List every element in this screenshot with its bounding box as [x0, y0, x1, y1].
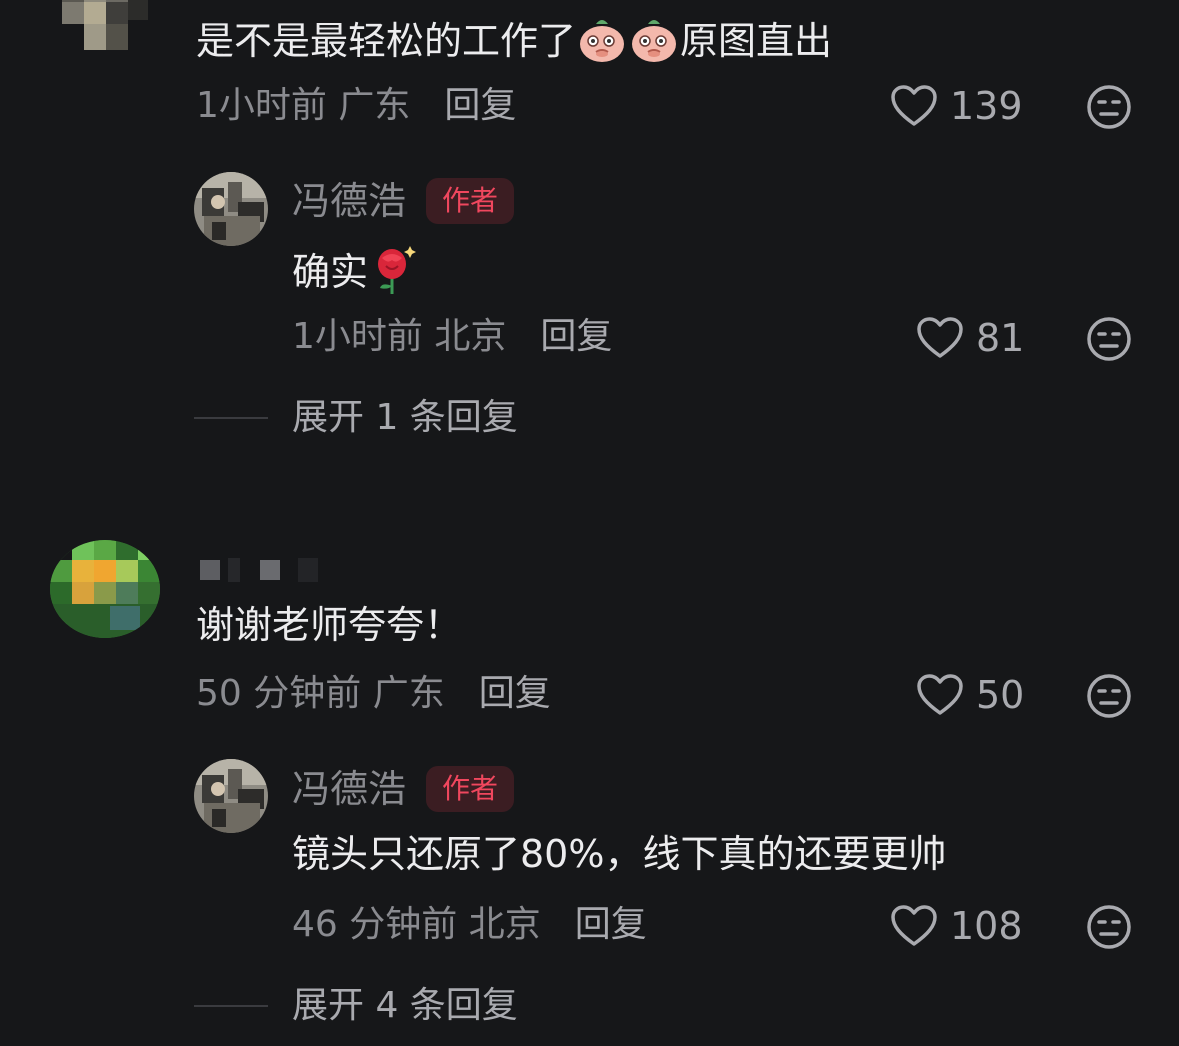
- reply-meta: 46 分钟前 北京 回复: [292, 904, 647, 946]
- unamused-face-icon: [1087, 905, 1131, 949]
- heart-outline-icon: [917, 674, 963, 715]
- comment-meta: 1小时前 广东 回复: [196, 85, 516, 127]
- reply-button[interactable]: 回复: [540, 316, 612, 358]
- reply-text: 镜头只还原了80%，线下真的还要更帅: [292, 832, 947, 876]
- comment-text-part1: 是不是最轻松的工作了: [196, 19, 577, 63]
- reply-text-content: 确实: [292, 250, 369, 294]
- expand-replies-label: 展开 1 条回复: [292, 397, 518, 438]
- peach-face-emoji-icon: [576, 14, 628, 73]
- comment-thread: 是不是最轻松的工作了 原图直出 1小时前 广东 回复 139 冯德浩 作者 确实…: [0, 0, 1179, 1046]
- dislike-button[interactable]: [1086, 904, 1132, 950]
- author-avatar[interactable]: [194, 172, 268, 246]
- rose-emoji-icon: [368, 244, 418, 305]
- like-count: 50: [976, 673, 1025, 717]
- comment-text: 谢谢老师夸夸！: [196, 603, 463, 647]
- heart-outline-icon: [891, 905, 937, 946]
- peach-face-emoji-icon: [628, 14, 680, 73]
- expand-replies-button[interactable]: 展开 1 条回复: [194, 397, 518, 439]
- like-count: 108: [950, 904, 1023, 948]
- comment-text-part2: 原图直出: [680, 19, 833, 63]
- commenter-name-blurred[interactable]: [198, 558, 338, 584]
- author-header: 冯德浩 作者: [292, 178, 515, 224]
- author-name[interactable]: 冯德浩: [292, 767, 406, 811]
- unamused-face-icon: [1087, 317, 1131, 361]
- divider-line: [194, 1005, 268, 1007]
- reply-text: 确实: [292, 244, 418, 305]
- heart-outline-icon: [917, 317, 963, 358]
- dislike-button[interactable]: [1086, 316, 1132, 362]
- reply-button[interactable]: 回复: [444, 85, 516, 127]
- like-button[interactable]: 81: [916, 316, 1024, 360]
- author-name[interactable]: 冯德浩: [292, 179, 406, 223]
- like-button[interactable]: 139: [890, 84, 1023, 128]
- dislike-button[interactable]: [1086, 673, 1132, 719]
- author-avatar[interactable]: [194, 759, 268, 833]
- like-count: 81: [976, 316, 1025, 360]
- like-button[interactable]: 108: [890, 904, 1023, 948]
- time-location: 50 分钟前 广东: [196, 673, 445, 714]
- time-location: 1小时前 广东: [196, 85, 411, 126]
- time-location: 46 分钟前 北京: [292, 904, 541, 945]
- author-header: 冯德浩 作者: [292, 766, 515, 812]
- author-badge: 作者: [426, 766, 515, 812]
- unamused-face-icon: [1087, 674, 1131, 718]
- like-button[interactable]: 50: [916, 673, 1024, 717]
- expand-replies-button[interactable]: 展开 4 条回复: [194, 985, 518, 1027]
- dislike-button[interactable]: [1086, 84, 1132, 130]
- reply-button[interactable]: 回复: [479, 673, 551, 715]
- like-count: 139: [950, 84, 1023, 128]
- author-badge: 作者: [426, 178, 515, 224]
- commenter-avatar-blurred[interactable]: [50, 540, 160, 638]
- heart-outline-icon: [891, 85, 937, 126]
- comment-text: 是不是最轻松的工作了 原图直出: [196, 14, 832, 73]
- comment-avatar-blurred[interactable]: [58, 0, 154, 52]
- time-location: 1小时前 北京: [292, 316, 507, 357]
- expand-replies-label: 展开 4 条回复: [292, 985, 518, 1026]
- divider-line: [194, 417, 268, 419]
- reply-button[interactable]: 回复: [575, 904, 647, 946]
- unamused-face-icon: [1087, 85, 1131, 129]
- comment-meta: 50 分钟前 广东 回复: [196, 673, 551, 715]
- reply-meta: 1小时前 北京 回复: [292, 316, 612, 358]
